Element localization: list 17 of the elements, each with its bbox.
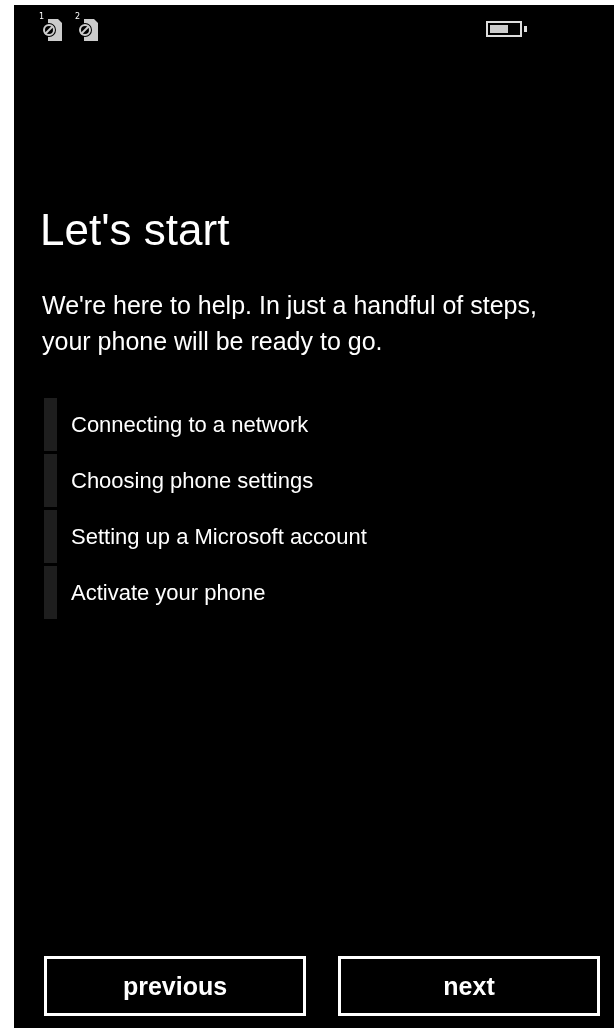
sim-card-icon (40, 17, 64, 43)
page-title: Let's start (40, 205, 231, 255)
step-label: Activate your phone (71, 579, 266, 606)
intro-text: We're here to help. In just a handful of steps, your phone will be ready to go. (42, 290, 538, 357)
step-label: Connecting to a network (71, 411, 309, 438)
battery-icon (486, 21, 528, 37)
step-marker (44, 510, 57, 563)
sim-card-icon (76, 17, 100, 43)
next-button[interactable]: next (338, 956, 600, 1016)
step-marker (44, 398, 57, 451)
sim-number: 1 (39, 13, 45, 21)
previous-button[interactable]: previous (44, 956, 306, 1016)
sim-number: 2 (75, 13, 81, 21)
step-marker (44, 454, 57, 507)
step-label: Setting up a Microsoft account (71, 523, 367, 550)
step-label: Choosing phone settings (71, 467, 314, 494)
step-marker (44, 566, 57, 619)
